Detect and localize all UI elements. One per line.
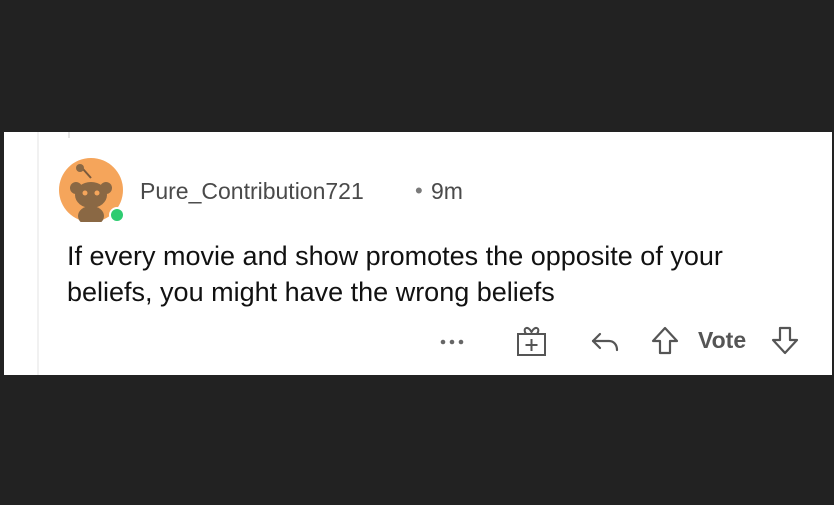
reply-button[interactable] <box>587 322 621 358</box>
downvote-button[interactable] <box>768 322 802 358</box>
avatar[interactable] <box>59 158 123 222</box>
username-link[interactable]: Pure_Contribution721 <box>140 177 364 205</box>
upvote-button[interactable] <box>648 322 682 358</box>
comment-card: Pure_Contribution721 • 9m If every movie… <box>4 132 832 375</box>
downvote-arrow-icon <box>771 326 799 355</box>
upvote-arrow-icon <box>651 326 679 355</box>
reply-icon <box>591 332 619 352</box>
meta-separator: • <box>415 178 423 203</box>
comment-actions-bar: Vote <box>4 320 832 360</box>
online-indicator <box>111 209 123 221</box>
snoo-avatar-icon <box>59 158 123 222</box>
timestamp[interactable]: 9m <box>431 177 463 205</box>
vote-count: Vote <box>698 327 747 353</box>
more-horizontal-icon <box>440 339 464 345</box>
award-button[interactable] <box>514 322 548 358</box>
gift-icon <box>517 326 546 356</box>
parent-thread-line <box>68 132 70 138</box>
comment-body: If every movie and show promotes the opp… <box>67 241 723 307</box>
more-options-button[interactable] <box>435 322 469 358</box>
